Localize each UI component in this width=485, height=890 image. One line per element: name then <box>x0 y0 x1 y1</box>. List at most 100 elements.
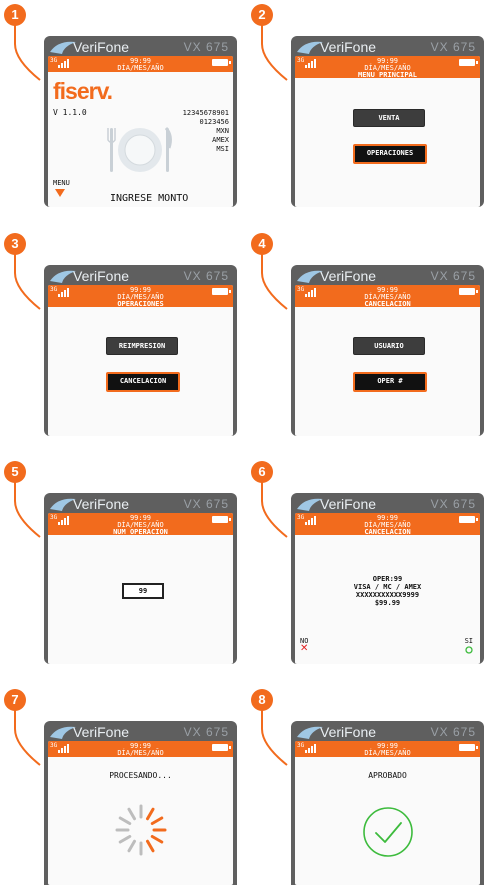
screen-title: CANCELACION <box>364 528 411 536</box>
device-brand: VeriFone <box>73 496 130 512</box>
terminal: VeriFone VX 675 3G 99:99 DÍA/MES/AÑO CAN… <box>291 493 484 664</box>
menu-arrow-icon[interactable] <box>55 189 65 197</box>
lcd-screen: 3G 99:99 DÍA/MES/AÑO MENU PRINCIPAL VENT… <box>295 56 480 207</box>
terminal: VeriFone VX 675 3G 99:99 DÍA/MES/AÑO CAN… <box>291 265 484 436</box>
detail-line: XXXXXXXXXXX9999 <box>355 591 420 599</box>
status-bar: 3G 99:99 DÍA/MES/AÑO <box>48 56 233 72</box>
step-1-panel: 1 VeriFone VX 675 3G 99:99 DÍA/MES/AÑO f… <box>0 0 237 207</box>
version-text: V 1.1.0 <box>53 108 87 117</box>
device-model: VX 675 <box>183 497 229 511</box>
device-header: VeriFone VX 675 <box>44 721 237 743</box>
processing-message: PROCESANDO... <box>109 771 172 780</box>
device-brand: VeriFone <box>73 724 130 740</box>
cancelacion-button[interactable]: CANCELACION <box>106 372 180 392</box>
status-date: DÍA/MES/AÑO <box>117 749 164 757</box>
step-2-panel: 2 VeriFone VX 675 3G 99:99 DÍA/MES/AÑO M… <box>247 0 484 207</box>
battery-icon <box>212 288 231 295</box>
device-brand: VeriFone <box>320 724 377 740</box>
prompt-text: INGRESE MONTO <box>110 193 189 204</box>
reimpresion-button[interactable]: REIMPRESION <box>106 337 178 355</box>
step-5-panel: 5 VeriFone VX 675 3G 99:99 DÍA/MES/AÑO N… <box>0 457 237 664</box>
screen-title: CANCELACION <box>364 300 411 308</box>
step-4-panel: 4 VeriFone VX 675 3G 99:99 DÍA/MES/AÑO C… <box>247 229 484 436</box>
detail-line: VISA / MC / AMEX <box>353 583 422 591</box>
device-model: VX 675 <box>183 269 229 283</box>
terminal: VeriFone VX 675 3G 99:99 DÍA/MES/AÑO APR… <box>291 721 484 885</box>
device-brand: VeriFone <box>320 268 377 284</box>
status-bar: 3G 99:99 DÍA/MES/AÑO MENU PRINCIPAL <box>295 56 480 79</box>
status-bar: 3G 99:99 DÍA/MES/AÑO <box>48 741 233 757</box>
device-model: VX 675 <box>430 497 476 511</box>
step-6-panel: 6 VeriFone VX 675 3G 99:99 DÍA/MES/AÑO C… <box>247 457 484 664</box>
screen-title: NUM OPERACION <box>113 528 168 536</box>
status-date: DÍA/MES/AÑO <box>364 749 411 757</box>
leader-line <box>14 251 41 310</box>
device-header: VeriFone VX 675 <box>44 36 237 58</box>
lcd-screen: 3G 99:99 DÍA/MES/AÑO CANCELACION USUARIO… <box>295 285 480 436</box>
leader-line <box>14 479 41 538</box>
status-bar: 3G 99:99 DÍA/MES/AÑO NUM OPERACION <box>48 513 233 536</box>
usuario-button[interactable]: USUARIO <box>353 337 425 355</box>
device-header: VeriFone VX 675 <box>291 721 484 743</box>
device-header: VeriFone VX 675 <box>44 265 237 287</box>
battery-icon <box>459 744 478 751</box>
terminal: VeriFone VX 675 3G 99:99 DÍA/MES/AÑO fis… <box>44 36 237 207</box>
info-line: MXN <box>216 127 229 135</box>
menu-label: MENU <box>53 179 70 187</box>
leader-line <box>261 479 288 538</box>
device-model: VX 675 <box>430 269 476 283</box>
detail-line: OPER:99 <box>372 575 403 583</box>
device-model: VX 675 <box>430 725 476 739</box>
transaction-details: OPER:99 VISA / MC / AMEX XXXXXXXXXXX9999… <box>295 575 480 607</box>
lcd-screen: 3G 99:99 DÍA/MES/AÑO PROCESANDO... <box>48 741 233 885</box>
leader-line <box>261 22 288 81</box>
yes-label: SI <box>464 637 473 645</box>
lcd-screen: 3G 99:99 DÍA/MES/AÑO NUM OPERACION 99 <box>48 513 233 664</box>
battery-icon <box>459 59 478 66</box>
operaciones-button[interactable]: OPERACIONES <box>353 144 427 164</box>
fiserv-logo: fiserv. <box>53 78 113 104</box>
terminal: VeriFone VX 675 3G 99:99 DÍA/MES/AÑO MEN… <box>291 36 484 207</box>
status-bar: 3G 99:99 DÍA/MES/AÑO OPERACIONES <box>48 285 233 308</box>
detail-line: $99.99 <box>374 599 401 607</box>
device-header: VeriFone VX 675 <box>291 493 484 515</box>
terminal-info: 12345678901 0123456 MXN AMEX MSI <box>183 109 229 154</box>
no-x-icon[interactable]: ✕ <box>300 644 308 654</box>
status-bar: 3G 99:99 DÍA/MES/AÑO <box>295 741 480 757</box>
leader-line <box>261 251 288 310</box>
terminal: VeriFone VX 675 3G 99:99 DÍA/MES/AÑO NUM… <box>44 493 237 664</box>
approved-message: APROBADO <box>368 771 407 780</box>
screen-title: OPERACIONES <box>117 300 164 308</box>
leader-line <box>261 707 288 766</box>
yes-circle-icon[interactable] <box>465 646 473 654</box>
oper-number-button[interactable]: OPER # <box>353 372 427 392</box>
battery-icon <box>212 744 231 751</box>
step-7-panel: 7 VeriFone VX 675 3G 99:99 DÍA/MES/AÑO P… <box>0 685 237 890</box>
step-8-panel: 8 VeriFone VX 675 3G 99:99 DÍA/MES/AÑO A… <box>247 685 484 890</box>
info-line: 12345678901 <box>182 109 229 117</box>
lcd-screen: 3G 99:99 DÍA/MES/AÑO CANCELACION OPER:99… <box>295 513 480 664</box>
status-bar: 3G 99:99 DÍA/MES/AÑO CANCELACION <box>295 285 480 308</box>
spinner-icon <box>115 804 167 856</box>
device-header: VeriFone VX 675 <box>291 36 484 58</box>
lcd-screen: 3G 99:99 DÍA/MES/AÑO fiserv. V 1.1.0 123… <box>48 56 233 207</box>
device-model: VX 675 <box>183 40 229 54</box>
battery-icon <box>459 516 478 523</box>
venta-button[interactable]: VENTA <box>353 109 425 127</box>
battery-icon <box>212 59 231 66</box>
screen-title: MENU PRINCIPAL <box>357 71 417 79</box>
lcd-screen: 3G 99:99 DÍA/MES/AÑO OPERACIONES REIMPRE… <box>48 285 233 436</box>
leader-line <box>14 707 41 766</box>
plate-cutlery-icon <box>107 127 172 172</box>
lcd-screen: 3G 99:99 DÍA/MES/AÑO APROBADO <box>295 741 480 885</box>
device-model: VX 675 <box>183 725 229 739</box>
operation-number-input[interactable]: 99 <box>122 583 164 599</box>
info-line: MSI <box>216 145 229 153</box>
device-brand: VeriFone <box>320 39 377 55</box>
terminal: VeriFone VX 675 3G 99:99 DÍA/MES/AÑO OPE… <box>44 265 237 436</box>
device-brand: VeriFone <box>73 268 130 284</box>
info-line: 0123456 <box>199 118 229 126</box>
device-header: VeriFone VX 675 <box>44 493 237 515</box>
leader-line <box>14 22 41 81</box>
info-line: AMEX <box>212 136 229 144</box>
